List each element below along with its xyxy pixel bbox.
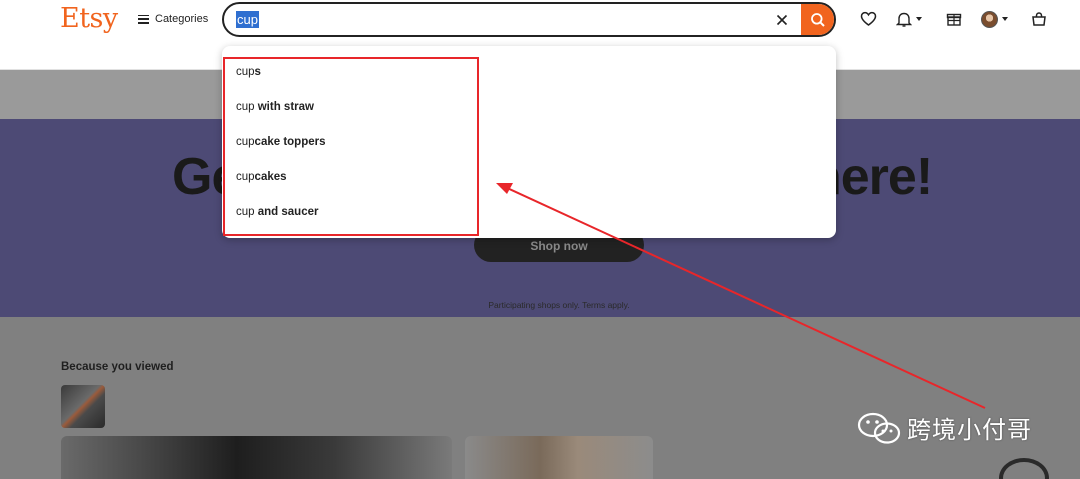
etsy-logo[interactable]: Etsy [60, 3, 118, 34]
search-input[interactable]: cup [236, 11, 259, 28]
chevron-down-icon [1002, 17, 1008, 21]
hamburger-icon [138, 14, 149, 24]
search-icon [810, 12, 825, 27]
search-button[interactable] [801, 4, 834, 35]
bell-icon [896, 12, 912, 27]
viewed-item-thumbnail[interactable] [61, 385, 105, 428]
annotation-highlight-box [223, 57, 479, 236]
because-you-viewed-title: Because you viewed [61, 361, 174, 373]
watermark: 跨境小付哥 [857, 410, 1032, 445]
watermark-text: 跨境小付哥 [907, 417, 1032, 444]
wechat-icon [857, 412, 901, 444]
chevron-down-icon [916, 17, 922, 21]
hero-fine-print: Participating shops only. Terms apply. [488, 300, 630, 310]
cart-icon[interactable] [1031, 9, 1047, 29]
listing-card-image[interactable] [465, 436, 653, 479]
heart-icon[interactable] [860, 9, 877, 29]
listing-card-image[interactable] [61, 436, 452, 479]
avatar [981, 10, 998, 28]
gift-icon[interactable] [946, 9, 962, 29]
search-bar[interactable]: cup [222, 2, 836, 37]
categories-button[interactable]: Categories [138, 11, 208, 27]
account-menu[interactable] [981, 9, 1008, 29]
notifications-button[interactable] [896, 9, 922, 29]
clear-icon[interactable] [774, 12, 790, 28]
categories-label: Categories [155, 13, 209, 25]
